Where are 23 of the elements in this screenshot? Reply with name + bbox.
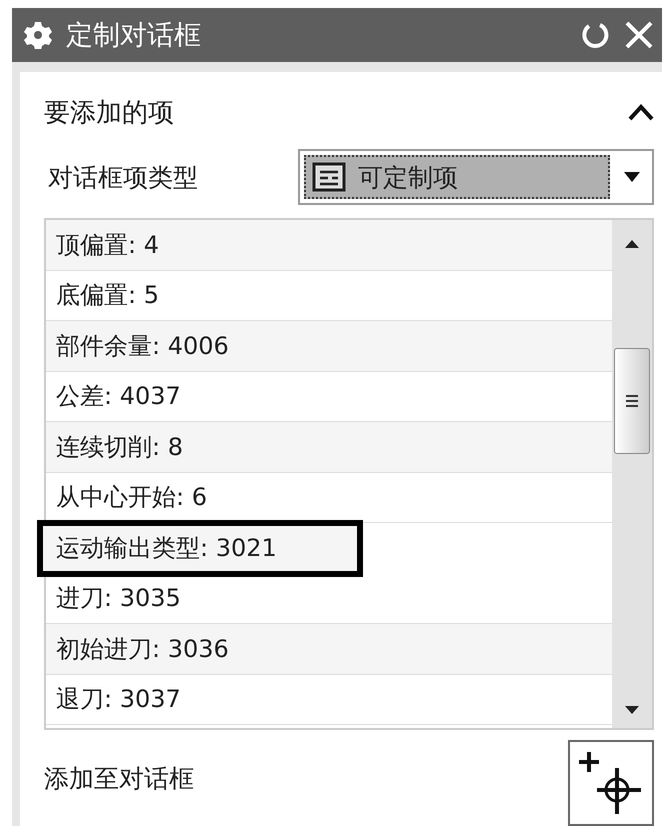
window-title: 定制对话框 [66, 19, 202, 53]
dropdown-arrow-icon [624, 172, 640, 182]
add-button[interactable] [568, 740, 654, 826]
list-item[interactable]: 初始进刀: 3036 [46, 624, 612, 674]
form-icon [312, 162, 346, 192]
scroll-thumb[interactable] [614, 348, 650, 454]
item-type-dropdown[interactable]: 可定制项 [298, 149, 654, 205]
scrollbar[interactable] [612, 220, 652, 728]
scroll-down-icon[interactable] [625, 706, 639, 714]
gear-icon [24, 21, 52, 49]
list-item[interactable]: 顶偏置: 4 [46, 220, 612, 270]
grip-icon [625, 394, 639, 408]
list-item[interactable]: 退刀: 3037 [46, 674, 612, 725]
section-title: 要添加的项 [44, 96, 175, 130]
plus-crosshair-icon [579, 750, 643, 816]
close-icon[interactable] [624, 20, 654, 50]
dropdown-value: 可定制项 [358, 162, 458, 194]
field-label: 对话框项类型 [47, 162, 199, 194]
add-label: 添加至对话框 [44, 762, 194, 794]
scroll-up-icon[interactable] [625, 240, 639, 248]
list-item[interactable]: 连续切削: 8 [46, 422, 612, 472]
collapse-chevron-icon[interactable] [628, 103, 654, 121]
list-item[interactable]: 部件余量: 4006 [46, 321, 612, 372]
